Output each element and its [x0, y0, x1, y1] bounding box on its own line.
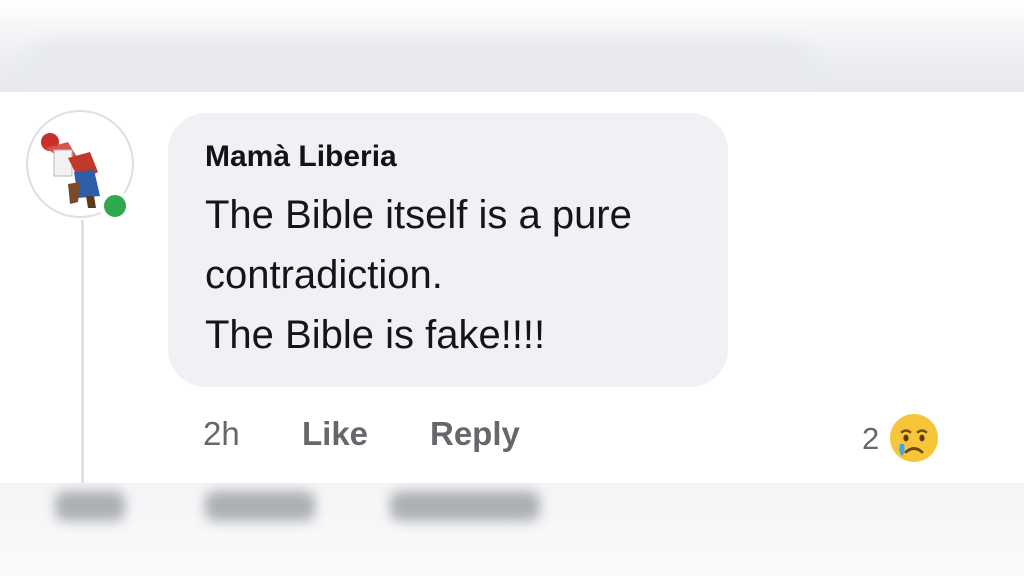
crying-face-icon[interactable] [888, 412, 940, 464]
comment-timestamp[interactable]: 2h [203, 415, 240, 453]
blurred-like [205, 491, 315, 521]
thread-line [81, 220, 84, 483]
comment-text-line-1: The Bible itself is a pure [205, 193, 632, 237]
blurred-reply [390, 491, 540, 521]
comment-author[interactable]: Mamà Liberia [205, 140, 397, 174]
comment-text-line-3: The Bible is fake!!!! [205, 313, 546, 357]
comment-text-line-2: contradiction. [205, 253, 443, 297]
blurred-bubble [20, 38, 820, 92]
like-button[interactable]: Like [302, 415, 368, 453]
reply-button[interactable]: Reply [430, 415, 520, 453]
reaction-count[interactable]: 2 [862, 421, 879, 457]
online-status-dot [99, 190, 131, 222]
blurred-time [55, 491, 125, 521]
blurred-previous-comment [0, 0, 1024, 92]
blurred-next-comment [0, 483, 1024, 576]
